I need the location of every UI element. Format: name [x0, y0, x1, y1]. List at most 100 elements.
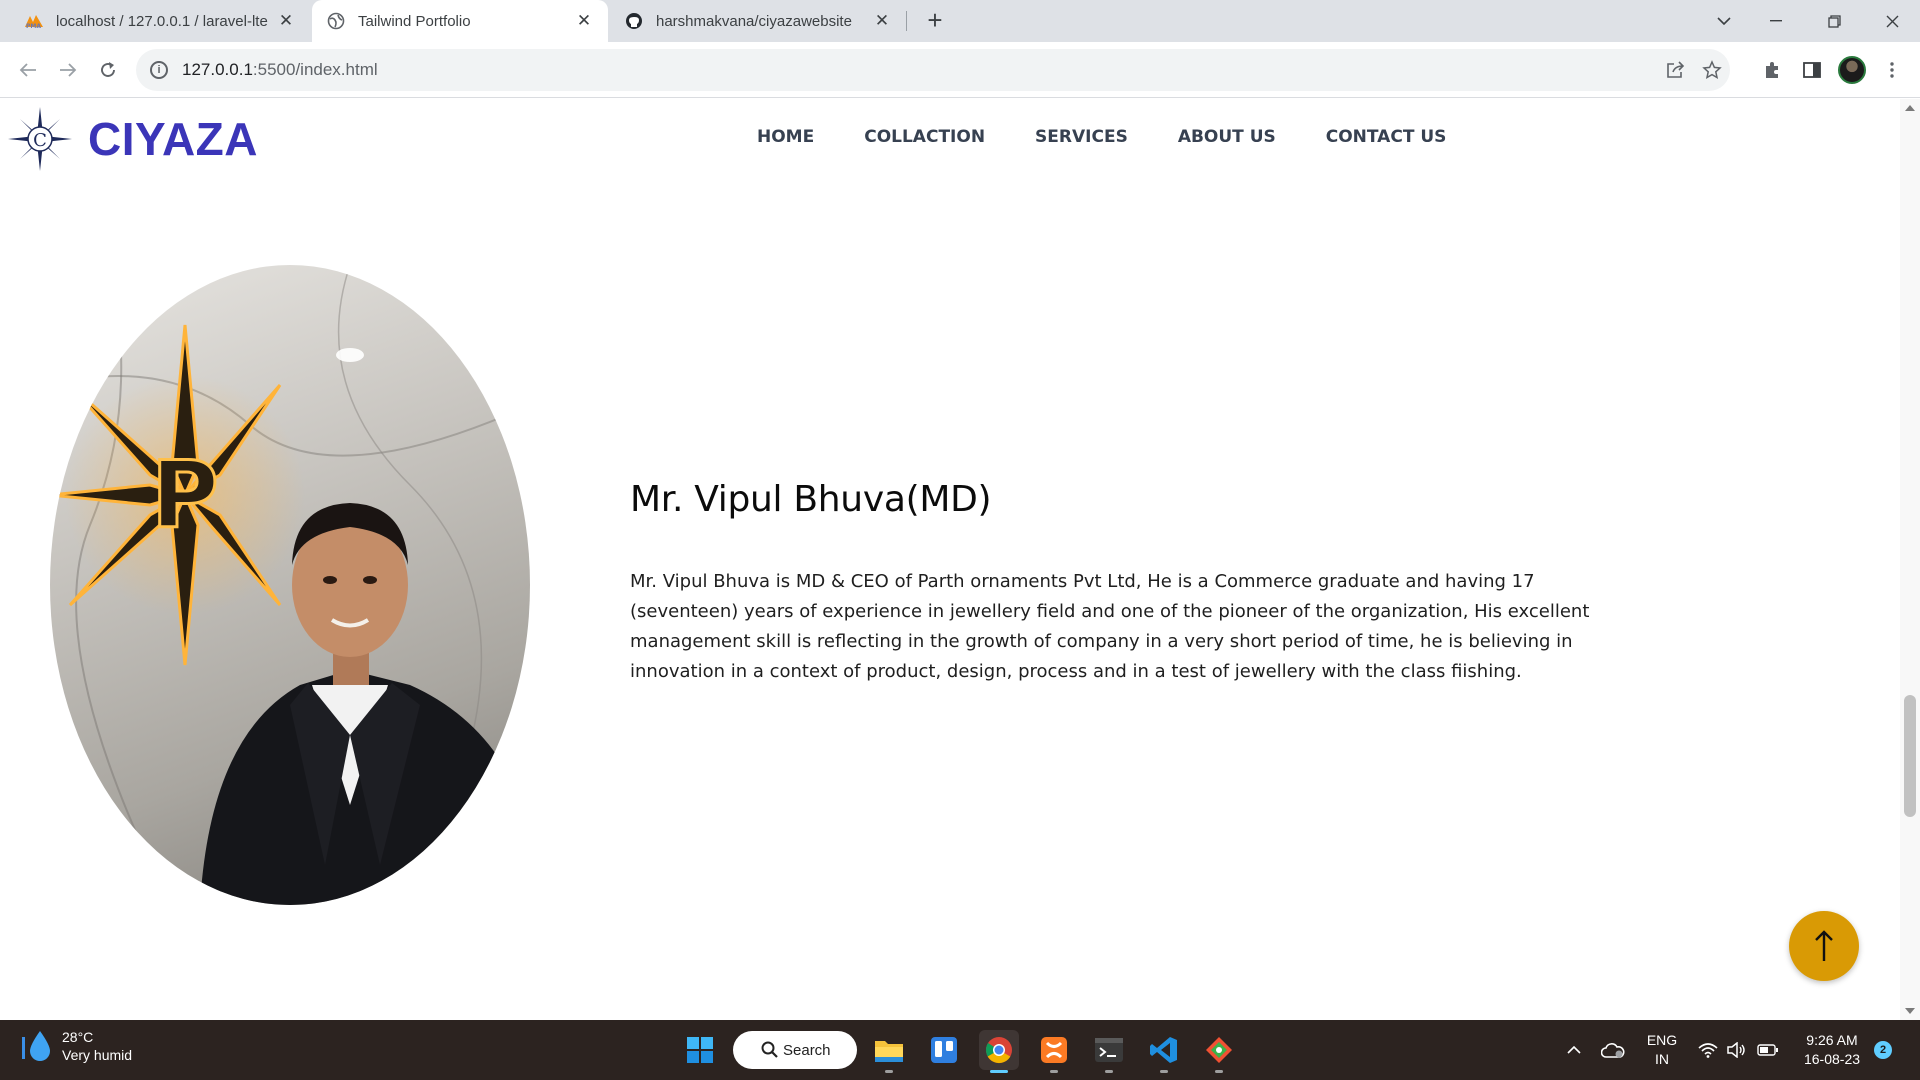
- onedrive-cloud-icon[interactable]: [1598, 1020, 1628, 1080]
- trello-app[interactable]: [924, 1030, 964, 1070]
- compass-star-logo-icon: C: [8, 107, 72, 171]
- profile-description: Mr. Vipul Bhuva is MD & CEO of Parth orn…: [630, 571, 1590, 682]
- main-nav: HOME COLLACTION SERVICES ABOUT US CONTAC…: [757, 123, 1496, 151]
- browser-toolbar: i 127.0.0.1:5500/index.html: [0, 42, 1920, 98]
- tab-title: harshmakvana/ciyazawebsite: [656, 12, 852, 30]
- windows-logo-icon: [687, 1037, 713, 1063]
- site-info-icon[interactable]: i: [150, 61, 168, 79]
- forward-arrow-icon[interactable]: [52, 54, 84, 86]
- page-scrollbar[interactable]: [1900, 99, 1920, 1020]
- scroll-down-arrow-icon[interactable]: [1905, 1008, 1915, 1014]
- app-indicator: [990, 1070, 1008, 1073]
- close-window-icon[interactable]: [1864, 0, 1920, 42]
- search-label: Search: [783, 1041, 831, 1059]
- url-path: :5500/index.html: [252, 60, 378, 79]
- humidity-drop-icon: [22, 1031, 50, 1061]
- back-arrow-icon[interactable]: [12, 54, 44, 86]
- weather-widget[interactable]: 28°C Very humid: [20, 1028, 132, 1064]
- close-tab-icon[interactable]: ✕: [276, 11, 296, 31]
- wifi-icon[interactable]: [1696, 1020, 1720, 1080]
- phpmyadmin-icon: PMA: [24, 11, 44, 31]
- scrollbar-thumb[interactable]: [1904, 695, 1916, 817]
- language-text: ENG IN: [1647, 1031, 1677, 1069]
- tab-separator: [906, 11, 907, 31]
- github-icon: [624, 11, 644, 31]
- scroll-up-arrow-icon[interactable]: [1905, 105, 1915, 111]
- terminal-icon: [1095, 1038, 1123, 1062]
- side-panel-icon[interactable]: [1796, 54, 1828, 86]
- battery-icon[interactable]: [1754, 1020, 1782, 1080]
- nav-collaction[interactable]: COLLACTION: [864, 123, 985, 151]
- xampp-app[interactable]: [1034, 1030, 1074, 1073]
- minimize-window-icon[interactable]: [1748, 0, 1804, 42]
- browser-tab-phpmyadmin[interactable]: PMA localhost / 127.0.0.1 / laravel-lte …: [10, 0, 310, 42]
- globe-icon: [326, 11, 346, 31]
- svg-text:PMA: PMA: [26, 23, 41, 29]
- vscode-icon: [1150, 1037, 1177, 1063]
- reload-icon[interactable]: [92, 54, 124, 86]
- show-hidden-icons-chevron-up-icon[interactable]: [1562, 1020, 1586, 1080]
- tab-title: localhost / 127.0.0.1 / laravel-lte: [56, 12, 268, 30]
- trello-icon: [931, 1037, 957, 1063]
- app-indicator: [1105, 1070, 1113, 1073]
- terminal-app[interactable]: [1089, 1030, 1129, 1073]
- page-viewport: C CIYAZA HOME COLLACTION SERVICES ABOUT …: [0, 99, 1900, 1020]
- tab-title: Tailwind Portfolio: [358, 12, 471, 30]
- xampp-icon: [1041, 1037, 1067, 1063]
- new-tab-button[interactable]: +: [922, 7, 948, 34]
- app-indicator: [1050, 1070, 1058, 1073]
- app-indicator: [1160, 1070, 1168, 1073]
- chrome-app[interactable]: [979, 1030, 1019, 1073]
- search-icon: [761, 1041, 778, 1058]
- volume-icon[interactable]: [1724, 1020, 1748, 1080]
- nav-services[interactable]: SERVICES: [1035, 123, 1128, 151]
- windows-taskbar: 28°C Very humid Search ENG IN 9:26 AM 16…: [0, 1020, 1920, 1080]
- browser-tab-github[interactable]: harshmakvana/ciyazawebsite ✕: [610, 0, 906, 42]
- browser-tab-tailwind-portfolio[interactable]: Tailwind Portfolio ✕: [312, 0, 608, 42]
- profile-name: Mr. Vipul Bhuva(MD): [630, 479, 992, 520]
- clock-text: 9:26 AM 16-08-23: [1804, 1031, 1860, 1069]
- profile-photo: P: [50, 265, 530, 905]
- scroll-to-top-button[interactable]: [1789, 911, 1859, 981]
- language-region: IN: [1655, 1051, 1669, 1067]
- extensions-puzzle-icon[interactable]: [1756, 54, 1788, 86]
- start-button[interactable]: [680, 1030, 720, 1070]
- portrait-illustration: P: [50, 265, 530, 905]
- app-indicator: [885, 1070, 893, 1073]
- address-bar[interactable]: i 127.0.0.1:5500/index.html: [136, 49, 1730, 91]
- nav-home[interactable]: HOME: [757, 123, 814, 151]
- bookmark-star-icon[interactable]: [1700, 58, 1724, 82]
- language-indicator[interactable]: ENG IN: [1640, 1020, 1684, 1080]
- restore-window-icon[interactable]: [1806, 0, 1862, 42]
- site-logo[interactable]: C CIYAZA: [6, 105, 258, 173]
- clock[interactable]: 9:26 AM 16-08-23: [1790, 1020, 1874, 1080]
- chrome-icon: [985, 1037, 1012, 1064]
- tab-search-chevron-icon[interactable]: [1696, 0, 1752, 42]
- clock-time: 9:26 AM: [1806, 1032, 1858, 1048]
- weather-text: 28°C Very humid: [62, 1028, 132, 1064]
- git-gui-icon: [1206, 1037, 1232, 1063]
- weather-condition: Very humid: [62, 1047, 133, 1063]
- taskbar-search[interactable]: Search: [733, 1031, 857, 1069]
- logo-letter: P: [151, 442, 218, 549]
- svg-text:C: C: [33, 130, 47, 151]
- file-explorer-app[interactable]: [869, 1030, 909, 1073]
- arrow-up-icon: [1815, 930, 1833, 961]
- browser-menu-icon[interactable]: [1876, 54, 1908, 86]
- vscode-app[interactable]: [1144, 1030, 1184, 1073]
- nav-about-us[interactable]: ABOUT US: [1178, 123, 1276, 151]
- nav-contact-us[interactable]: CONTACT US: [1326, 123, 1447, 151]
- language-code: ENG: [1646, 1032, 1678, 1048]
- profile-bio-section: Mr. Vipul Bhuva(MD) Mr. Vipul Bhuva is M…: [630, 479, 1630, 687]
- git-app[interactable]: [1199, 1030, 1239, 1073]
- app-indicator: [1215, 1070, 1223, 1073]
- close-tab-icon[interactable]: ✕: [872, 11, 892, 31]
- weather-temp: 28°C: [62, 1029, 94, 1045]
- browser-tab-strip: PMA localhost / 127.0.0.1 / laravel-lte …: [0, 0, 1920, 42]
- brand-name: CIYAZA: [88, 113, 258, 165]
- share-icon[interactable]: [1664, 58, 1688, 82]
- notification-badge[interactable]: 2: [1874, 1041, 1892, 1059]
- address-url: 127.0.0.1:5500/index.html: [182, 60, 378, 80]
- close-tab-icon[interactable]: ✕: [574, 11, 594, 31]
- profile-avatar[interactable]: [1838, 56, 1866, 84]
